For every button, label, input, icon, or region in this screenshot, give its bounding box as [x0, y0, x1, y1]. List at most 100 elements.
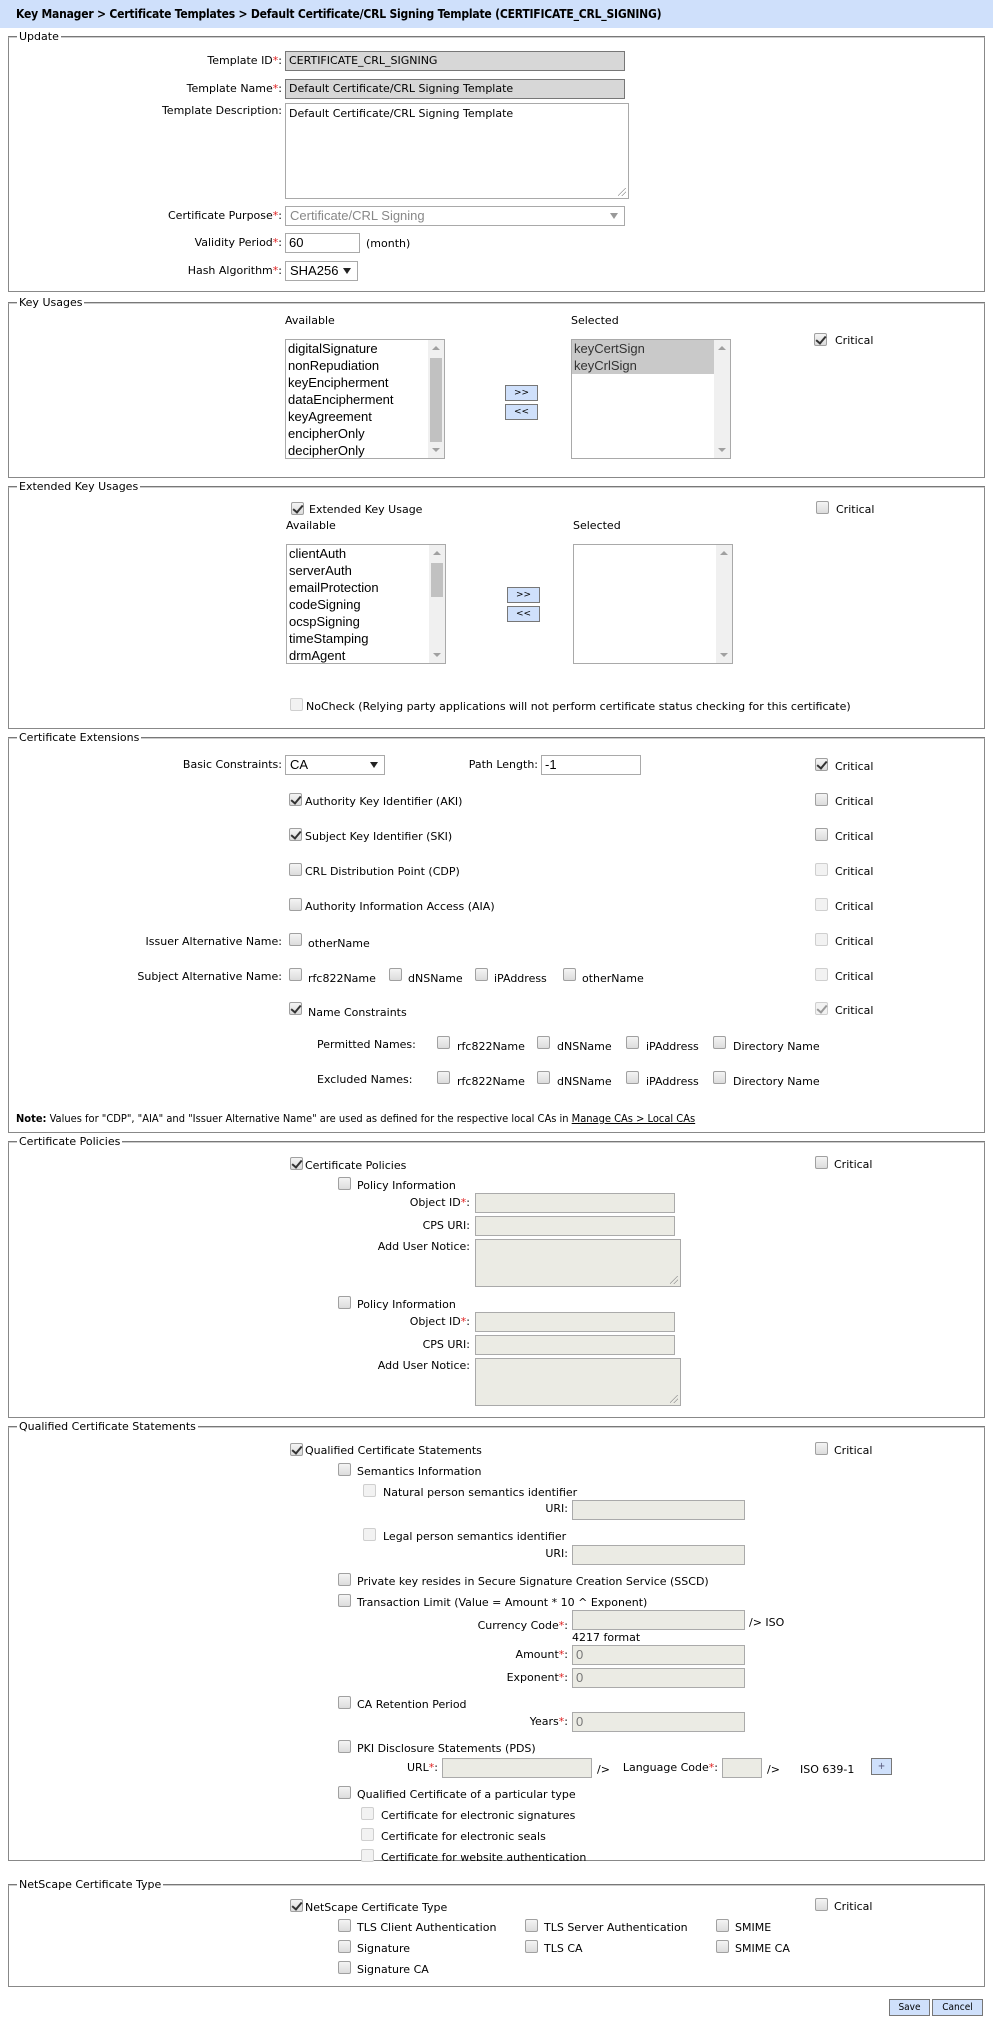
- resize-grip-icon[interactable]: [618, 188, 626, 196]
- list-option[interactable]: timeStamping: [287, 630, 445, 647]
- netscape-option-checkbox[interactable]: [338, 1940, 351, 1953]
- key-usages-available-list[interactable]: digitalSignature nonRepudiation keyEnciphe…: [285, 339, 445, 459]
- pds-checkbox[interactable]: [338, 1740, 351, 1753]
- template-description-textarea[interactable]: Default Certificate/CRL Signing Template: [285, 103, 629, 199]
- object-id-field[interactable]: [475, 1193, 675, 1213]
- aki-checkbox[interactable]: [289, 793, 302, 806]
- list-option[interactable]: keyCrlSign: [572, 357, 714, 374]
- user-notice-textarea[interactable]: [475, 1239, 681, 1287]
- amount-field[interactable]: 0: [572, 1645, 745, 1665]
- semantics-information-checkbox[interactable]: [338, 1463, 351, 1476]
- cps-uri-field[interactable]: [475, 1335, 675, 1355]
- critical-checkbox[interactable]: [815, 933, 828, 946]
- aia-checkbox[interactable]: [289, 898, 302, 911]
- basic-constraints-select[interactable]: CA: [285, 755, 385, 775]
- esign-checkbox[interactable]: [361, 1807, 374, 1820]
- natural-person-checkbox[interactable]: [363, 1484, 376, 1497]
- eku-available-list[interactable]: clientAuth serverAuth emailProtection codeS…: [286, 544, 446, 664]
- scrollbar[interactable]: [429, 545, 445, 663]
- issuer-alt-name-othername-checkbox[interactable]: [289, 933, 302, 946]
- netscape-option-checkbox[interactable]: [338, 1961, 351, 1974]
- years-field[interactable]: 0: [572, 1712, 745, 1732]
- critical-checkbox[interactable]: [815, 793, 828, 806]
- scrollbar[interactable]: [716, 545, 732, 663]
- list-option[interactable]: decipherOnly: [286, 442, 444, 459]
- subject-alt-name-checkbox[interactable]: [563, 968, 576, 981]
- list-option[interactable]: ocspSigning: [287, 613, 445, 630]
- name-constraints-checkbox[interactable]: [289, 1002, 302, 1015]
- qualified-statements-checkbox[interactable]: [290, 1443, 303, 1456]
- ca-retention-checkbox[interactable]: [338, 1696, 351, 1709]
- extended-key-usages-critical-checkbox[interactable]: [816, 501, 829, 514]
- list-option[interactable]: drmAgent: [287, 647, 445, 664]
- list-option[interactable]: keyCertSign: [572, 340, 714, 357]
- permitted-name-checkbox[interactable]: [437, 1036, 450, 1049]
- policy-information-checkbox[interactable]: [338, 1296, 351, 1309]
- resize-grip-icon[interactable]: [670, 1395, 678, 1403]
- critical-checkbox[interactable]: [815, 1002, 828, 1015]
- netscape-option-checkbox[interactable]: [525, 1940, 538, 1953]
- cancel-button[interactable]: Cancel: [932, 1999, 983, 2016]
- netscape-type-checkbox[interactable]: [290, 1899, 303, 1912]
- permitted-name-checkbox[interactable]: [713, 1036, 726, 1049]
- legal-uri-field[interactable]: [572, 1545, 745, 1565]
- critical-checkbox[interactable]: [815, 863, 828, 876]
- particular-type-checkbox[interactable]: [338, 1786, 351, 1799]
- netscape-option-checkbox[interactable]: [716, 1940, 729, 1953]
- list-option[interactable]: nonRepudiation: [286, 357, 444, 374]
- list-option[interactable]: digitalSignature: [286, 340, 444, 357]
- path-length-field[interactable]: -1: [541, 755, 641, 775]
- permitted-name-checkbox[interactable]: [626, 1036, 639, 1049]
- critical-checkbox[interactable]: [815, 828, 828, 841]
- nocheck-checkbox[interactable]: [290, 698, 303, 711]
- certificate-purpose-select[interactable]: Certificate/CRL Signing: [285, 206, 625, 226]
- natural-uri-field[interactable]: [572, 1500, 745, 1520]
- critical-checkbox[interactable]: [815, 968, 828, 981]
- subject-alt-name-checkbox[interactable]: [289, 968, 302, 981]
- save-button[interactable]: Save: [889, 1999, 930, 2016]
- web-auth-checkbox[interactable]: [361, 1849, 374, 1862]
- exponent-field[interactable]: 0: [572, 1668, 745, 1688]
- excluded-name-checkbox[interactable]: [437, 1071, 450, 1084]
- resize-grip-icon[interactable]: [670, 1276, 678, 1284]
- pds-url-field[interactable]: [442, 1758, 592, 1778]
- template-id-field[interactable]: CERTIFICATE_CRL_SIGNING: [285, 51, 625, 71]
- eku-add-button[interactable]: >>: [507, 587, 540, 603]
- list-option[interactable]: codeSigning: [287, 596, 445, 613]
- currency-code-field[interactable]: [572, 1610, 745, 1630]
- list-option[interactable]: keyEncipherment: [286, 374, 444, 391]
- eseal-checkbox[interactable]: [361, 1828, 374, 1841]
- list-option[interactable]: clientAuth: [287, 545, 445, 562]
- scrollbar[interactable]: [428, 340, 444, 458]
- add-pds-button[interactable]: +: [871, 1758, 892, 1775]
- critical-checkbox[interactable]: [815, 898, 828, 911]
- permitted-name-checkbox[interactable]: [537, 1036, 550, 1049]
- validity-period-field[interactable]: 60: [285, 233, 360, 253]
- excluded-name-checkbox[interactable]: [713, 1071, 726, 1084]
- policy-information-checkbox[interactable]: [338, 1177, 351, 1190]
- user-notice-textarea[interactable]: [475, 1358, 681, 1406]
- hash-algorithm-select[interactable]: SHA256: [285, 261, 358, 281]
- eku-selected-list[interactable]: [573, 544, 733, 664]
- sscd-checkbox[interactable]: [338, 1573, 351, 1586]
- list-option[interactable]: emailProtection: [287, 579, 445, 596]
- netscape-option-checkbox[interactable]: [716, 1919, 729, 1932]
- netscape-option-checkbox[interactable]: [525, 1919, 538, 1932]
- ski-checkbox[interactable]: [289, 828, 302, 841]
- extended-key-usage-checkbox[interactable]: [291, 502, 304, 515]
- template-name-field[interactable]: Default Certificate/CRL Signing Template: [285, 79, 625, 99]
- transaction-limit-checkbox[interactable]: [338, 1594, 351, 1607]
- certificate-policies-checkbox[interactable]: [290, 1157, 303, 1170]
- certificate-policies-critical-checkbox[interactable]: [815, 1156, 828, 1169]
- key-usages-critical-checkbox[interactable]: [814, 333, 827, 346]
- excluded-name-checkbox[interactable]: [537, 1071, 550, 1084]
- netscape-option-checkbox[interactable]: [338, 1919, 351, 1932]
- netscape-critical-checkbox[interactable]: [815, 1898, 828, 1911]
- subject-alt-name-checkbox[interactable]: [389, 968, 402, 981]
- key-usage-add-button[interactable]: >>: [505, 385, 538, 401]
- critical-checkbox[interactable]: [815, 758, 828, 771]
- list-option[interactable]: encipherOnly: [286, 425, 444, 442]
- key-usage-remove-button[interactable]: <<: [505, 404, 538, 420]
- scrollbar[interactable]: [714, 340, 730, 458]
- cdp-checkbox[interactable]: [289, 863, 302, 876]
